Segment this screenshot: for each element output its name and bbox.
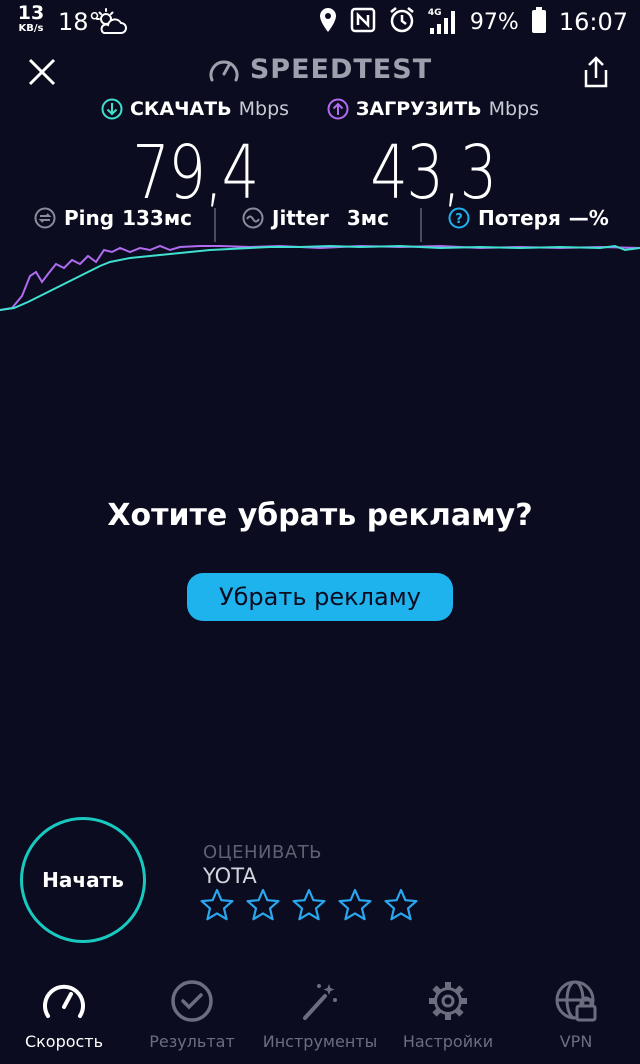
star-icon[interactable]: [384, 888, 418, 922]
battery-percent: 97%: [469, 9, 519, 35]
upload-panel: ЗАГРУЗИТЬ Mbps 43,3: [318, 98, 548, 210]
upload-arrow-icon: [327, 98, 349, 120]
app-title: SPEEDTEST: [0, 54, 640, 88]
rate-label: ОЦЕНИВАТЬ: [203, 842, 323, 863]
remove-ads-button[interactable]: Убрать рекламу: [187, 573, 453, 621]
loss-metric[interactable]: ? Потеря —%: [448, 206, 609, 230]
gear-icon: [429, 982, 467, 1020]
check-circle-icon: [171, 980, 213, 1022]
ping-label: Ping: [64, 206, 115, 230]
battery-icon: [531, 6, 547, 38]
nav-speed-label: Скорость: [24, 1032, 104, 1051]
provider-name: YOTA: [203, 864, 257, 888]
network-speed-unit: KB/s: [18, 23, 44, 34]
share-icon: [584, 56, 608, 88]
star-icon[interactable]: [338, 888, 372, 922]
star-icon[interactable]: [246, 888, 280, 922]
bottom-nav: Скорость Результат Инструменты Настройки: [0, 968, 640, 1064]
speedometer-icon: [209, 60, 239, 81]
location-icon: [318, 7, 338, 37]
status-icons: 4G 97% 16:07: [318, 6, 628, 38]
nav-speed[interactable]: Скорость: [0, 968, 128, 1051]
jitter-label: Jitter: [272, 206, 329, 230]
download-graph-line: [0, 244, 640, 311]
app-title-text: SPEEDTEST: [249, 54, 433, 85]
vpn-lock-icon: [555, 980, 597, 1022]
jitter-icon: [242, 207, 264, 229]
upload-value: 43,3: [370, 130, 497, 216]
metrics-row: Ping 133мс Jitter 3мс ? Потеря —%: [0, 206, 640, 242]
help-icon[interactable]: ?: [448, 207, 470, 229]
status-bar: 13 KB/s 18° 4G 97% 16:07: [0, 0, 640, 44]
start-button[interactable]: Начать: [20, 817, 146, 943]
rating-stars: [200, 888, 418, 922]
partly-cloudy-icon: [94, 8, 128, 40]
ping-metric: Ping 133мс: [34, 206, 192, 230]
svg-text:?: ?: [455, 212, 463, 227]
network-speed: 13 KB/s: [14, 4, 48, 34]
clock: 16:07: [558, 8, 628, 36]
nav-results-label: Результат: [149, 1032, 235, 1051]
metric-divider: [214, 208, 216, 242]
star-icon[interactable]: [292, 888, 326, 922]
download-label: СКАЧАТЬ: [129, 98, 232, 120]
jitter-metric: Jitter 3мс: [242, 206, 389, 230]
download-unit: Mbps: [238, 98, 290, 120]
metric-divider: [420, 208, 422, 242]
ping-value: 133мс: [122, 206, 193, 230]
star-icon[interactable]: [200, 888, 234, 922]
signal-icon: 4G: [428, 8, 458, 36]
nav-settings-label: Настройки: [402, 1032, 494, 1051]
nfc-icon: [350, 7, 376, 37]
nav-settings[interactable]: Настройки: [384, 968, 512, 1051]
nav-vpn-label: VPN: [559, 1032, 593, 1051]
download-arrow-icon: [101, 98, 123, 120]
upload-unit: Mbps: [488, 98, 540, 120]
upload-graph-line: [0, 244, 640, 311]
download-panel: СКАЧАТЬ Mbps 79,4: [90, 98, 300, 210]
jitter-value: 3мс: [346, 206, 389, 230]
loss-label: Потеря: [478, 206, 561, 230]
download-value: 79,4: [132, 130, 259, 216]
loss-value: —%: [568, 206, 609, 230]
upload-label: ЗАГРУЗИТЬ: [355, 98, 482, 120]
nav-vpn[interactable]: VPN: [512, 968, 640, 1051]
magic-wand-icon: [303, 984, 337, 1020]
share-button[interactable]: [580, 54, 612, 90]
speed-graph: [0, 244, 640, 311]
speedometer-icon: [43, 984, 85, 1018]
nav-tools[interactable]: Инструменты: [256, 968, 384, 1051]
remove-ads-prompt: Хотите убрать рекламу?: [107, 498, 533, 533]
nav-tools-label: Инструменты: [262, 1032, 378, 1051]
network-speed-value: 13: [17, 2, 45, 24]
alarm-icon: [388, 6, 416, 38]
nav-results[interactable]: Результат: [128, 968, 256, 1051]
ping-icon: [34, 207, 56, 229]
